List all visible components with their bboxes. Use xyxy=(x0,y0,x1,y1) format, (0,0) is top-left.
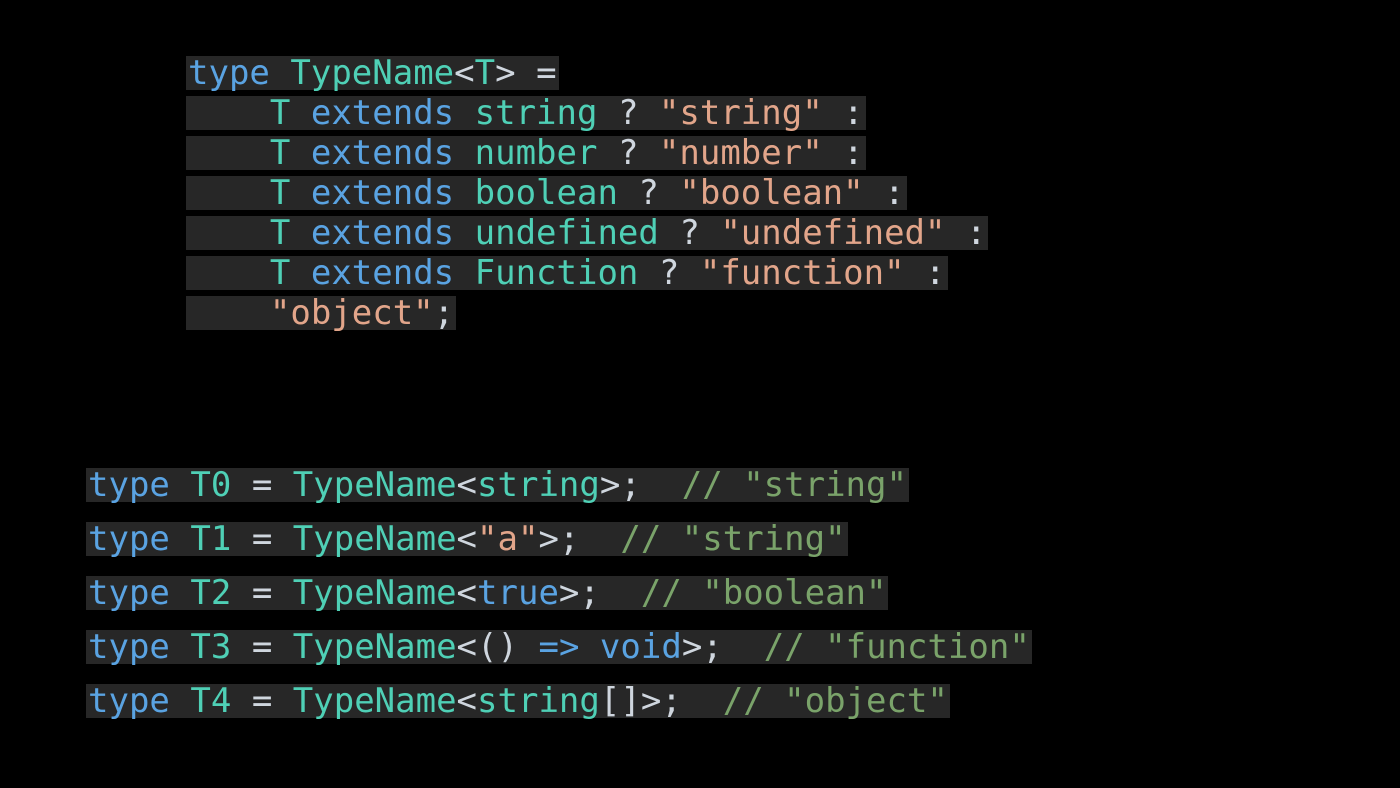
code-line: type T3 = TypeName<() => void>; // "func… xyxy=(86,630,1032,664)
token-comment: // "string" xyxy=(620,519,845,559)
token-comment: // "boolean" xyxy=(641,573,887,613)
type-definition-block: type TypeName<T> = T extends string ? "s… xyxy=(186,56,988,336)
examples-block: type T0 = TypeName<string>; // "string" … xyxy=(86,468,1032,724)
code-line: T extends string ? "string" : xyxy=(186,96,866,130)
token-keyword: type xyxy=(188,53,270,93)
code-line: T extends undefined ? "undefined" : xyxy=(186,216,988,250)
token-comment: // "object" xyxy=(723,681,948,721)
token-comment: // "function" xyxy=(764,627,1030,667)
code-line: T extends Function ? "function" : xyxy=(186,256,948,290)
token-typename: TypeName xyxy=(290,53,454,93)
code-slide: type TypeName<T> = T extends string ? "s… xyxy=(0,0,1400,788)
code-line: type T4 = TypeName<string[]>; // "object… xyxy=(86,684,950,718)
code-line: T extends number ? "number" : xyxy=(186,136,866,170)
code-line: T extends boolean ? "boolean" : xyxy=(186,176,907,210)
token-comment: // "string" xyxy=(682,465,907,505)
code-line: type T2 = TypeName<true>; // "boolean" xyxy=(86,576,888,610)
code-line: type T0 = TypeName<string>; // "string" xyxy=(86,468,909,502)
code-line: type TypeName<T> = xyxy=(186,56,559,90)
code-line: "object"; xyxy=(186,296,456,330)
code-line: type T1 = TypeName<"a">; // "string" xyxy=(86,522,848,556)
